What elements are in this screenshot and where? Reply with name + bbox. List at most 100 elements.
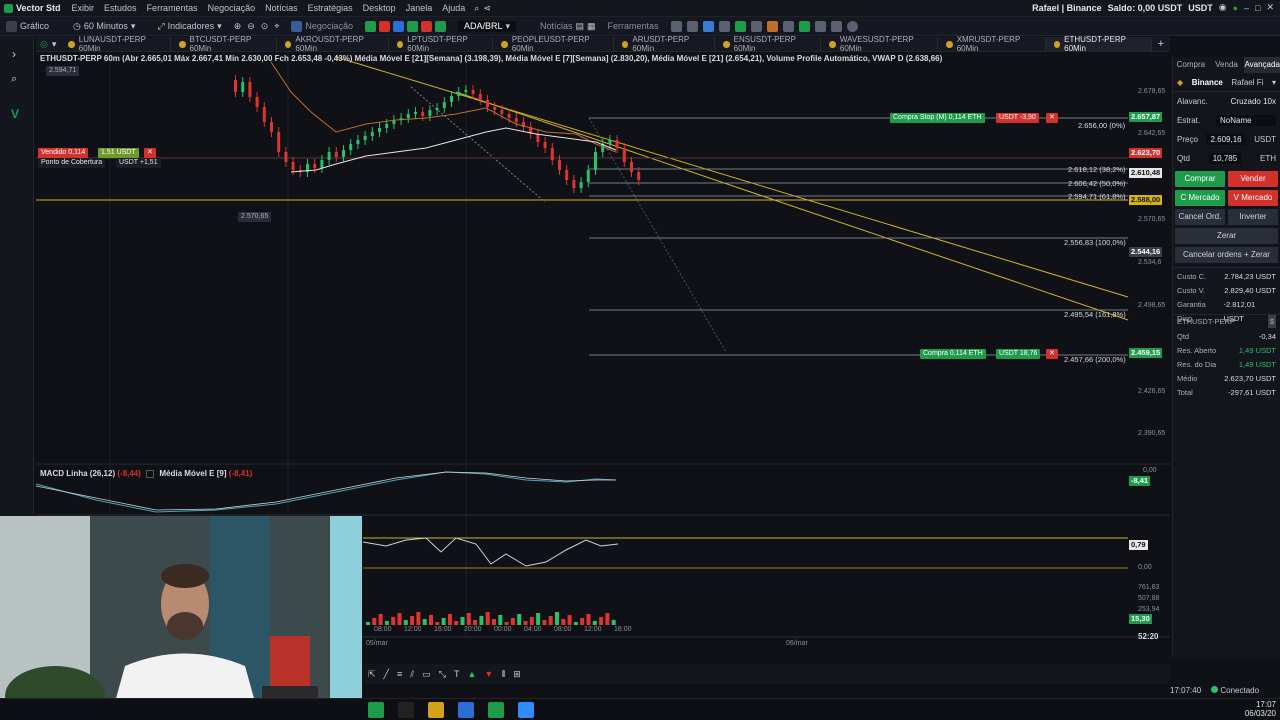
zero-button[interactable]: Zerar [1175, 228, 1278, 244]
zoom-out-icon[interactable]: ⊖ [247, 21, 255, 32]
cancel-order-icon[interactable]: ✕ [1046, 349, 1058, 359]
minimize-icon[interactable]: – [1244, 3, 1249, 13]
gear-icon[interactable] [846, 20, 858, 32]
flow-icon[interactable] [782, 20, 794, 32]
ranking-icon[interactable] [718, 20, 730, 32]
vector-logo-icon[interactable]: V [11, 107, 19, 121]
account-label[interactable]: Rafael | Binance [1032, 3, 1102, 13]
dom-icon[interactable] [420, 20, 432, 32]
tab-ens[interactable]: ENSUSDT-PERP 60Min [715, 35, 822, 53]
vector-taskbar-icon[interactable] [488, 702, 504, 718]
tools-button[interactable]: Ferramentas [602, 21, 665, 31]
tab-eth[interactable]: ETHUSDT-PERP 60Min [1045, 35, 1152, 53]
ctrader-taskbar-icon[interactable] [458, 702, 474, 718]
zoom-tools[interactable]: ⊕ ⊖ ⊙ ⌖ [228, 21, 286, 32]
menu-estudos[interactable]: Estudos [99, 3, 142, 13]
quick-trade-icons[interactable] [359, 20, 452, 32]
menu-desktop[interactable]: Desktop [358, 3, 401, 13]
tab-people[interactable]: PEOPLEUSDT-PERP 60Min [493, 35, 614, 53]
book-icon[interactable] [392, 20, 404, 32]
buy-icon[interactable] [364, 20, 376, 32]
app-taskbar-icon[interactable] [368, 702, 384, 718]
channel-tool-icon[interactable]: ⫽ [410, 669, 414, 680]
buy-order-label[interactable]: Compra 0,114 ETH [920, 349, 986, 359]
price-input[interactable]: 2.609,16 [1206, 134, 1246, 145]
search-icon[interactable]: ⌕ [11, 73, 17, 86]
symbol-select[interactable]: ADA/BRL ▾ [457, 20, 516, 32]
currency-select[interactable]: USDT [1188, 3, 1213, 13]
tab-waves[interactable]: WAVESUSDT-PERP 60Min [821, 35, 939, 53]
fib-tool-icon[interactable]: ≡ [397, 669, 402, 679]
exchange-select[interactable]: ◆ Binance Rafael Fi ▾ [1173, 73, 1280, 92]
tool-icons[interactable] [665, 20, 864, 32]
robot-icon[interactable] [814, 20, 826, 32]
cursor-tool-icon[interactable]: ⇱ [368, 669, 376, 680]
measure-tool-icon[interactable]: ⤡ [439, 669, 446, 680]
alert-icon[interactable] [686, 20, 698, 32]
list-icon[interactable] [434, 20, 446, 32]
menu-ferramentas[interactable]: Ferramentas [142, 3, 203, 13]
times-icon[interactable] [406, 20, 418, 32]
negotiation-button[interactable]: Negociação [285, 20, 359, 32]
grid-tool-icon[interactable]: ⊞ [513, 669, 521, 680]
cancel-orders-button[interactable]: Cancel Ord. [1175, 209, 1225, 225]
sold-position-label[interactable]: Vendido 0,114 [38, 148, 89, 158]
cancel-order-icon[interactable]: ✕ [1046, 113, 1058, 123]
menu-janela[interactable]: Janela [401, 3, 438, 13]
heatmap-icon[interactable] [766, 20, 778, 32]
text-tool-icon[interactable]: T [454, 669, 460, 679]
invert-button[interactable]: Inverter [1228, 209, 1278, 225]
leverage-row[interactable]: Alavanc. Cruzado 10x [1173, 92, 1280, 111]
sell-icon[interactable] [378, 20, 390, 32]
sell-market-button[interactable]: V Mercado [1228, 190, 1278, 206]
buy-button[interactable]: Comprar [1175, 171, 1225, 187]
indicators-button[interactable]: ⤢ Indicadores ▾ [151, 21, 227, 32]
close-icon[interactable]: ✕ [1266, 2, 1274, 13]
stop-buy-order-label[interactable]: Compra Stop (M) 0,114 ETH [890, 113, 985, 123]
maximize-icon[interactable]: □ [1255, 3, 1260, 13]
arrow-down-icon[interactable]: ▼ [484, 669, 493, 679]
buy-market-button[interactable]: C Mercado [1175, 190, 1225, 206]
zoom-fit-icon[interactable]: ⊙ [261, 21, 269, 32]
line-tool-icon[interactable]: ╱ [384, 669, 389, 680]
tradingview-taskbar-icon[interactable] [398, 702, 414, 718]
menu-ajuda[interactable]: Ajuda [437, 3, 470, 13]
strategy-select[interactable]: NoName [1216, 115, 1276, 126]
news-button[interactable]: Notícias ▤ ▦ [534, 21, 602, 32]
tab-advanced[interactable]: Avançada [1244, 57, 1280, 73]
arrow-up-icon[interactable]: ▲ [467, 669, 476, 679]
chart-button[interactable]: Gráfico [0, 20, 55, 32]
pattern-tool-icon[interactable]: ⦀ [501, 669, 505, 680]
tab-akro[interactable]: AKROUSDT-PERP 60Min [277, 35, 389, 53]
menu-estrategias[interactable]: Estratégias [303, 3, 358, 13]
dollar-icon[interactable]: $ [1267, 315, 1276, 328]
close-position-icon[interactable]: ✕ [144, 148, 156, 158]
menu-exibir[interactable]: Exibir [67, 3, 100, 13]
replay-icon[interactable] [750, 20, 762, 32]
sell-button[interactable]: Vender [1228, 171, 1278, 187]
cancel-zero-button[interactable]: Cancelar ordens + Zerar [1175, 247, 1278, 263]
tab-lpt[interactable]: LPTUSDT-PERP 60Min [389, 35, 494, 53]
menu-negociacao[interactable]: Negociação [203, 3, 261, 13]
user-icon[interactable]: ● [1233, 3, 1238, 13]
binance-taskbar-icon[interactable] [428, 702, 444, 718]
tab-xmr[interactable]: XMRUSDT-PERP 60Min [938, 35, 1046, 53]
options-icon[interactable] [798, 20, 810, 32]
tab-buy[interactable]: Compra [1173, 57, 1209, 73]
eye-icon[interactable]: ◉ [1219, 2, 1227, 13]
share-icon[interactable]: ⋖ [483, 3, 491, 14]
tab-luna[interactable]: LUNAUSDT-PERP 60Min [60, 35, 172, 53]
crosshair-icon[interactable]: ⌖ [274, 21, 279, 32]
checkbox-icon[interactable] [146, 469, 155, 478]
qty-input[interactable]: 10,785 [1208, 153, 1242, 164]
strategy-icon[interactable] [734, 20, 746, 32]
scanner-icon[interactable] [670, 20, 682, 32]
add-tab-icon[interactable]: + [1152, 38, 1170, 50]
calc-icon[interactable] [702, 20, 714, 32]
layout-icon[interactable]: ◎ [36, 39, 52, 50]
rect-tool-icon[interactable]: ▭ [422, 669, 431, 680]
system-clock[interactable]: 17:07 06/03/20 [1245, 700, 1276, 718]
collapse-icon[interactable]: › [12, 47, 16, 61]
search-icon[interactable]: ⌕ [470, 3, 483, 14]
chevron-down-icon[interactable]: ▾ [52, 39, 61, 50]
